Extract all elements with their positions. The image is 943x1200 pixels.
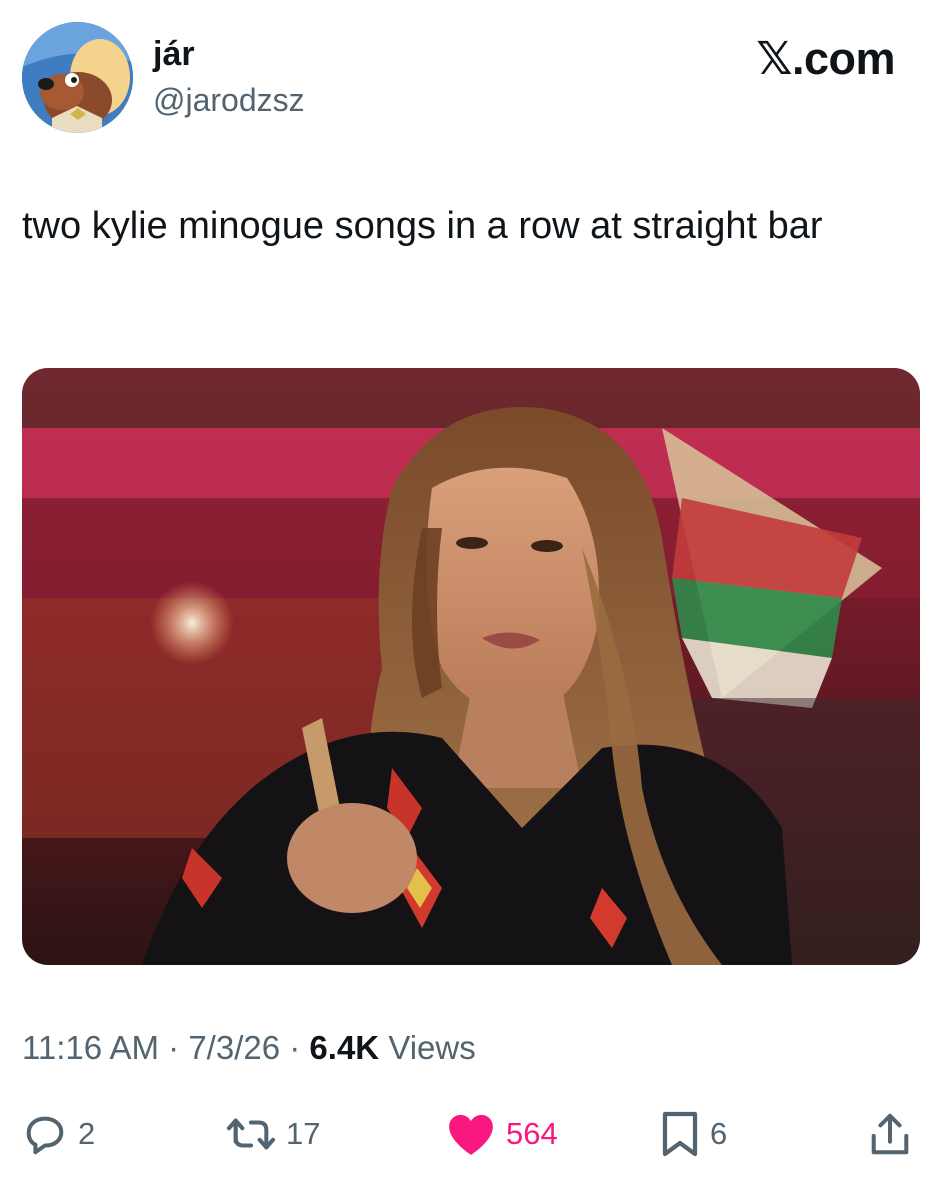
bookmark-icon: [662, 1111, 698, 1157]
meta-separator: ·: [168, 1029, 180, 1066]
tweet-meta: 11:16 AM · 7/3/26 · 6.4K Views: [22, 1026, 476, 1070]
like-count: 564: [506, 1116, 558, 1151]
meta-separator: ·: [289, 1029, 301, 1066]
display-name[interactable]: jár: [153, 34, 195, 74]
tweet-text: two kylie minogue songs in a row at stra…: [22, 205, 823, 247]
reply-count: 2: [78, 1116, 96, 1151]
bookmark-count: 6: [710, 1116, 728, 1151]
share-icon: [871, 1113, 909, 1155]
like-button[interactable]: 564: [446, 1106, 558, 1162]
views-label: Views: [388, 1029, 476, 1066]
heart-icon: [449, 1114, 493, 1155]
tweet-photo[interactable]: [22, 368, 920, 965]
tweet-date[interactable]: 7/3/26: [188, 1029, 280, 1066]
retweet-count: 17: [286, 1116, 321, 1151]
retweet-button[interactable]: 17: [226, 1106, 320, 1162]
tweet-time[interactable]: 11:16 AM: [22, 1029, 159, 1066]
bookmark-button[interactable]: 6: [660, 1106, 727, 1162]
brand-logo: 𝕏.com: [756, 33, 895, 84]
user-handle[interactable]: @jarodzsz: [153, 80, 305, 120]
retweet-icon: [226, 1118, 276, 1150]
reply-button[interactable]: 2: [22, 1106, 95, 1162]
avatar[interactable]: [22, 22, 133, 133]
views-count: 6.4K: [309, 1029, 380, 1066]
photo-illustration: [22, 368, 920, 965]
share-button[interactable]: [868, 1106, 912, 1162]
cartoon-dog-avatar-icon: [22, 22, 133, 133]
reply-icon: [26, 1116, 64, 1155]
